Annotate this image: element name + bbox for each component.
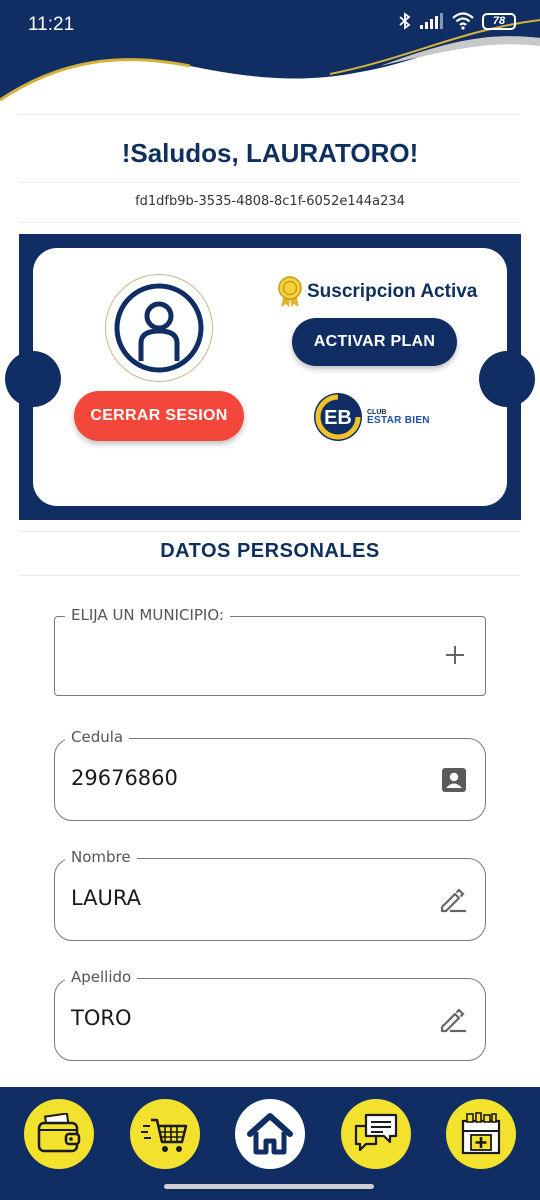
apellido-field[interactable]: Apellido TORO xyxy=(54,968,486,1061)
status-time: 11:21 xyxy=(28,14,75,35)
membership-card-body: CERRAR SESION Suscripcion Activa ACTIVAR… xyxy=(5,248,535,506)
system-home-indicator[interactable] xyxy=(164,1184,374,1189)
divider xyxy=(18,222,520,223)
logout-button[interactable]: CERRAR SESION xyxy=(74,391,244,441)
municipality-select[interactable]: ELIJA UN MUNICIPIO: xyxy=(54,606,486,696)
greeting-title: !Saludos, LAURATORO! xyxy=(121,138,419,168)
card-notch-right xyxy=(479,351,535,407)
activate-plan-button[interactable]: ACTIVAR PLAN xyxy=(292,318,457,366)
wallet-icon xyxy=(37,1113,81,1153)
membership-card: CERRAR SESION Suscripcion Activa ACTIVAR… xyxy=(5,234,535,520)
cart-icon xyxy=(141,1118,188,1152)
award-badge-icon xyxy=(278,276,302,307)
subscription-status-text: Suscripcion Activa xyxy=(307,281,478,302)
user-icon xyxy=(114,283,204,373)
club-logo-initials: EB xyxy=(324,407,352,429)
municipality-label: ELIJA UN MUNICIPIO: xyxy=(65,606,230,624)
nav-home-button[interactable] xyxy=(235,1099,305,1169)
cedula-field[interactable]: Cedula 29676860 xyxy=(54,728,486,821)
chat-icon xyxy=(354,1113,398,1152)
divider xyxy=(18,531,520,532)
nombre-value: LAURA xyxy=(71,886,142,910)
club-logo-emblem: EB xyxy=(314,393,362,441)
user-id: fd1dfb9b-3535-4808-8c1f-6052e144a234 xyxy=(135,194,405,209)
edit-icon[interactable] xyxy=(439,1007,467,1033)
subscription-status: Suscripcion Activa xyxy=(277,276,477,308)
nav-chat-button[interactable] xyxy=(341,1099,411,1169)
apellido-value: TORO xyxy=(71,1006,132,1030)
divider xyxy=(18,182,520,183)
home-icon xyxy=(247,1113,293,1155)
edit-icon[interactable] xyxy=(439,887,467,913)
divider xyxy=(18,114,520,115)
club-logo: EB CLUB ESTAR BIEN xyxy=(313,392,430,442)
id-card-icon xyxy=(441,767,467,793)
nav-cart-button[interactable] xyxy=(130,1099,200,1169)
battery-indicator: 78 xyxy=(482,12,516,30)
nav-pharmacy-button[interactable] xyxy=(446,1099,516,1169)
club-logo-name: ESTAR BIEN xyxy=(367,414,430,426)
card-notch-left xyxy=(5,351,61,407)
section-title: DATOS PERSONALES xyxy=(160,540,380,562)
nombre-field[interactable]: Nombre LAURA xyxy=(54,848,486,941)
cedula-label: Cedula xyxy=(65,728,130,746)
pharmacy-icon xyxy=(461,1112,501,1155)
signal-icon xyxy=(420,13,443,29)
wifi-icon xyxy=(452,12,474,30)
nombre-label: Nombre xyxy=(65,848,137,866)
status-icons: 78 xyxy=(398,12,516,30)
plus-icon[interactable] xyxy=(443,643,467,667)
cedula-value: 29676860 xyxy=(71,766,178,790)
club-logo-text: CLUB ESTAR BIEN xyxy=(367,409,430,426)
divider xyxy=(18,575,520,576)
bluetooth-icon xyxy=(399,12,411,30)
avatar[interactable] xyxy=(105,274,213,382)
app-header: 11:21 78 xyxy=(0,0,540,110)
apellido-label: Apellido xyxy=(65,968,138,986)
nav-wallet-button[interactable] xyxy=(24,1099,94,1169)
